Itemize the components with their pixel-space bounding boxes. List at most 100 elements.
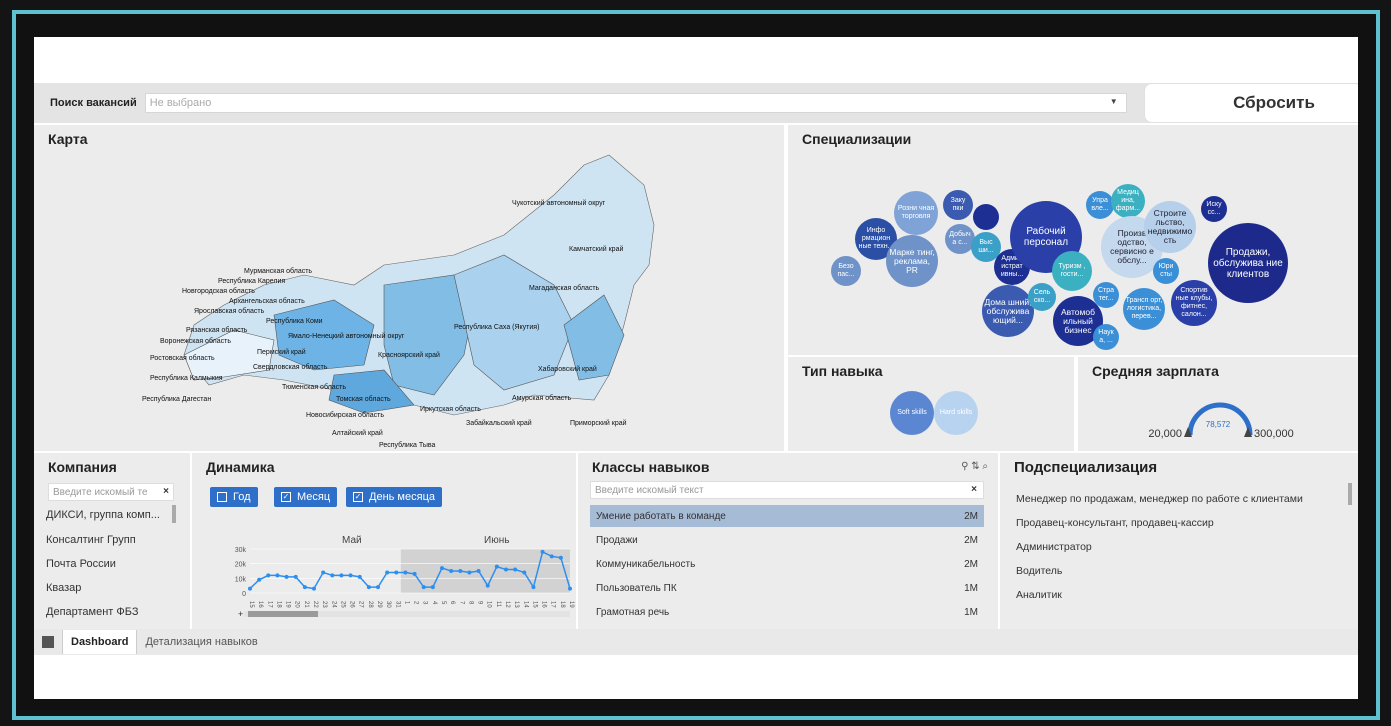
salary-gauge: 78,572 20,000 300,000 <box>1148 402 1294 440</box>
clear-icon[interactable]: × <box>163 486 169 497</box>
dynamics-point[interactable] <box>357 574 362 579</box>
dynamics-point[interactable] <box>430 585 435 590</box>
dynamics-point[interactable] <box>385 570 390 575</box>
chevron-down-icon[interactable]: ▼ <box>1110 97 1118 106</box>
spec-bubble[interactable]: Безо пас... <box>831 256 861 286</box>
spec-bubble[interactable]: Сель ско... <box>1028 283 1056 311</box>
company-item[interactable]: Почта России <box>46 558 116 570</box>
dynamics-point[interactable] <box>321 570 326 575</box>
dynamics-point[interactable] <box>513 567 518 572</box>
classes-row[interactable]: Пользователь ПК 1M <box>590 577 984 599</box>
company-item[interactable]: Квазар <box>46 582 81 594</box>
dynamics-point[interactable] <box>440 566 444 571</box>
map-panel: Карта Чукотский автономный округ Камчатс… <box>34 125 784 451</box>
dynamics-point[interactable] <box>366 585 371 590</box>
spec-bubble[interactable]: Марке тинг, реклама, PR <box>886 235 938 287</box>
dynamics-point[interactable] <box>485 583 490 588</box>
spec-bubble[interactable] <box>973 204 999 230</box>
classes-search-input[interactable]: Введите искомый текст × <box>590 481 984 499</box>
spec-bubble[interactable]: Упра вле... <box>1086 191 1114 219</box>
russia-map[interactable]: Чукотский автономный округ Камчатский кр… <box>34 125 784 451</box>
dynamics-point[interactable] <box>293 574 298 579</box>
dynamics-point[interactable] <box>403 570 408 575</box>
classes-row[interactable]: Грамотная речь 1M <box>590 601 984 623</box>
company-search-input[interactable]: Введите искомый те × <box>48 483 174 501</box>
map-label: Чукотский автономный округ <box>512 199 606 207</box>
spec-bubble[interactable]: Медиц ина, фарм... <box>1111 184 1145 218</box>
subspec-item[interactable]: Аналитик <box>1016 589 1062 601</box>
dynamics-point[interactable] <box>504 567 508 572</box>
reset-button[interactable]: Сбросить <box>1144 83 1358 123</box>
dynamics-point[interactable] <box>540 549 545 554</box>
dynamics-point[interactable] <box>549 554 554 559</box>
subspec-item[interactable]: Менеджер по продажам, менеджер по работе… <box>1016 493 1303 505</box>
dynamics-point[interactable] <box>458 569 463 573</box>
dynamics-point[interactable] <box>257 577 262 582</box>
subspec-item[interactable]: Продавец-консультант, продавец-кассир <box>1016 517 1214 529</box>
gauge-max: 300,000 <box>1254 428 1294 440</box>
spec-bubble[interactable]: Юри сты <box>1153 258 1179 284</box>
spec-bubble[interactable]: Продажи, обслужива ние клиентов <box>1208 223 1288 303</box>
dynamics-point[interactable] <box>412 571 417 576</box>
dynamics-point[interactable] <box>558 555 563 560</box>
sort-icon[interactable]: ⇅ <box>971 461 979 472</box>
classes-search-placeholder: Введите искомый текст <box>595 485 704 496</box>
dynamics-point[interactable] <box>376 585 380 590</box>
dynamics-point[interactable] <box>339 573 344 578</box>
company-scrollbar[interactable] <box>172 505 176 523</box>
dynamics-point[interactable] <box>266 573 271 578</box>
x-tick: 25 <box>339 601 345 608</box>
spec-bubble[interactable]: Трансп орт, логистика, перев... <box>1123 288 1165 330</box>
subspec-item[interactable]: Водитель <box>1016 565 1062 577</box>
soft-skills-bubble[interactable]: Soft skills <box>890 391 934 435</box>
dynamics-point[interactable] <box>275 573 280 578</box>
dynamics-point[interactable] <box>302 585 307 590</box>
filter-icon[interactable]: ⚲ <box>961 461 968 472</box>
classes-row[interactable]: Коммуникабельность 2M <box>590 553 984 575</box>
dynamics-point[interactable] <box>348 573 353 578</box>
company-item[interactable]: Департамент ФБЗ <box>46 606 139 618</box>
dynamics-point[interactable] <box>330 573 335 578</box>
spec-bubble[interactable]: Наук а, ... <box>1093 324 1119 350</box>
subspec-item[interactable]: Администратор <box>1016 541 1092 553</box>
dynamics-point[interactable] <box>494 564 499 569</box>
classes-row-label: Продажи <box>596 534 638 546</box>
dynamics-point[interactable] <box>467 570 472 575</box>
classes-row-label: Грамотная речь <box>596 606 670 618</box>
zoom-plus-icon[interactable]: + <box>238 609 243 619</box>
spec-bubble[interactable]: Заку пки <box>943 190 973 220</box>
subspec-scrollbar[interactable] <box>1348 483 1352 505</box>
spec-bubble[interactable]: Дома шний, обслужива ющий... <box>982 285 1034 337</box>
dynamics-point[interactable] <box>568 586 572 591</box>
dynamics-point[interactable] <box>522 570 527 575</box>
dynamics-point[interactable] <box>248 586 252 591</box>
spec-bubble[interactable]: Стра тег... <box>1093 282 1119 308</box>
dynamics-point[interactable] <box>421 585 426 590</box>
tab-dashboard[interactable]: Dashboard <box>62 630 138 654</box>
spec-bubble[interactable]: Иску сс... <box>1201 196 1227 222</box>
map-label: Магаданская область <box>529 284 600 292</box>
dynamics-point[interactable] <box>284 574 289 579</box>
classes-row[interactable]: Умение работать в команде 2M <box>590 505 984 527</box>
map-label: Амурская область <box>512 394 571 402</box>
dynamics-point[interactable] <box>394 570 399 575</box>
dynamics-point[interactable] <box>476 569 481 573</box>
company-item[interactable]: ДИКСИ, группа комп... <box>46 509 160 521</box>
search-select[interactable]: Не выбрано ▼ <box>144 93 1127 113</box>
dynamics-chart[interactable]: Май Июнь30k20k10k015 16 17 18 19 20 21 22 23 24 25 2… <box>192 489 576 629</box>
company-item[interactable]: Консалтинг Групп <box>46 534 136 546</box>
spec-bubble[interactable]: Строите льство, недвижимо сть <box>1144 201 1196 253</box>
spec-bubble[interactable]: Туризм , гости... <box>1052 251 1092 291</box>
spec-bubble[interactable]: Розни чная торговля <box>894 191 938 235</box>
clear-icon[interactable]: × <box>971 484 977 495</box>
tab-skill-details[interactable]: Детализация навыков <box>137 630 265 654</box>
search-icon[interactable]: ⌕ <box>982 461 988 472</box>
classes-row[interactable]: Продажи 2M <box>590 529 984 551</box>
company-title: Компания <box>48 459 117 475</box>
dynamics-point[interactable] <box>531 585 536 590</box>
dynamics-point[interactable] <box>449 569 454 573</box>
dynamics-point[interactable] <box>312 586 316 591</box>
spec-bubble[interactable]: Спортив ные клубы, фитнес, салон... <box>1171 280 1217 326</box>
hard-skills-bubble[interactable]: Hard skills <box>934 391 978 435</box>
range-scrollbar-thumb[interactable] <box>248 611 318 617</box>
